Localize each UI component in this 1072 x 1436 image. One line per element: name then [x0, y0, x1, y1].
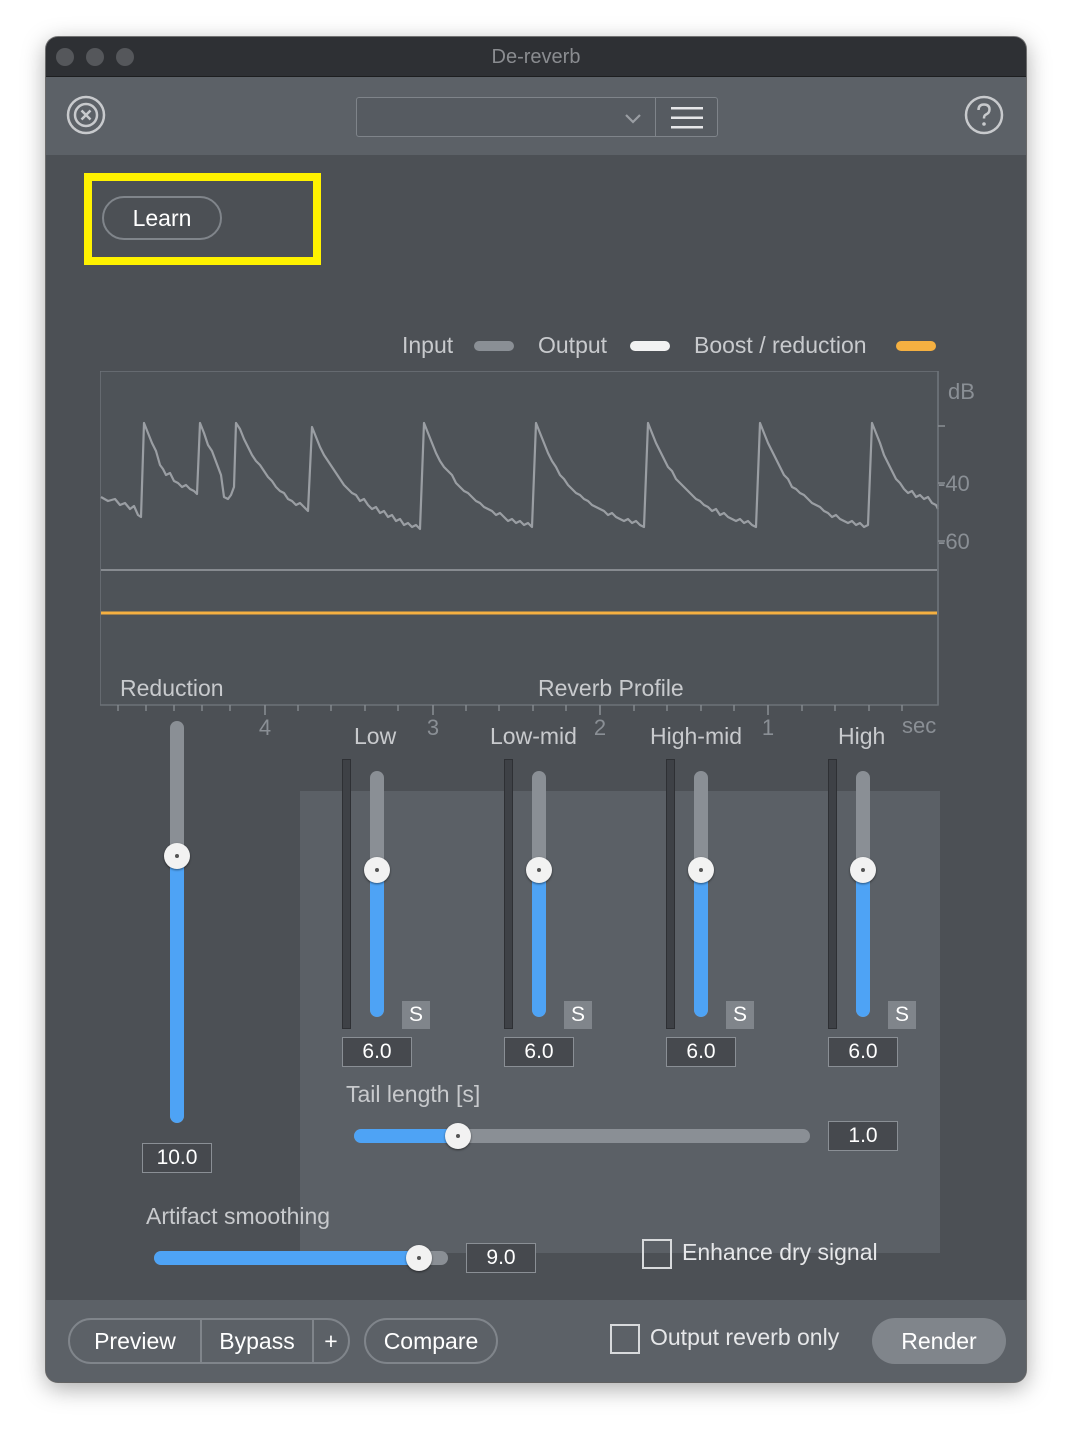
band-high-slider-handle[interactable]: [850, 857, 876, 883]
tail-length-slider-track[interactable]: [354, 1129, 810, 1143]
add-button[interactable]: +: [312, 1318, 350, 1364]
transport-bar: Preview Bypass + Compare Output reverb o…: [46, 1300, 1026, 1382]
izotope-logo-icon[interactable]: [66, 95, 106, 135]
legend-output-label: Output: [538, 332, 608, 358]
band-low-mid-value-field[interactable]: 6.0: [504, 1037, 574, 1067]
band-high-mid-solo-button[interactable]: S: [726, 1001, 754, 1029]
artifact-smoothing-slider-handle[interactable]: [406, 1245, 432, 1271]
band-high-mid-slider-fill: [694, 867, 708, 1017]
band-high-meter: [828, 759, 837, 1029]
learn-button[interactable]: Learn: [102, 196, 222, 240]
band-low-slider-track[interactable]: [370, 771, 384, 1017]
legend-boost-swatch: [896, 341, 936, 351]
reduction-slider-track[interactable]: [170, 721, 184, 1123]
band-low-mid-slider-handle[interactable]: [526, 857, 552, 883]
bypass-button[interactable]: Bypass: [200, 1318, 314, 1364]
band-low-mid-label: Low-mid: [490, 723, 577, 749]
reduction-value-field[interactable]: 10.0: [142, 1143, 212, 1173]
preset-dropdown[interactable]: [356, 97, 656, 137]
band-low-meter: [342, 759, 351, 1029]
band-high-mid-meter: [666, 759, 675, 1029]
band-high-value-field[interactable]: 6.0: [828, 1037, 898, 1067]
tail-length-slider-handle[interactable]: [445, 1123, 471, 1149]
render-button[interactable]: Render: [872, 1318, 1006, 1364]
tail-length-slider-fill: [354, 1129, 458, 1143]
artifact-smoothing-label: Artifact smoothing: [146, 1203, 331, 1229]
band-low-mid-meter: [504, 759, 513, 1029]
band-low-slider-handle[interactable]: [364, 857, 390, 883]
band-low-mid-slider-fill: [532, 867, 546, 1017]
reduction-slider-fill: [170, 855, 184, 1123]
compare-button[interactable]: Compare: [364, 1318, 498, 1364]
reduction-slider-handle[interactable]: [164, 843, 190, 869]
band-low-slider-fill: [370, 867, 384, 1017]
artifact-smoothing-slider-fill: [154, 1251, 420, 1265]
x-tick-label: 4: [259, 715, 271, 740]
y-tick-label: -40: [938, 471, 970, 496]
x-axis-unit: sec: [902, 713, 936, 738]
legend-output-swatch: [630, 341, 670, 351]
preview-button[interactable]: Preview: [68, 1318, 202, 1364]
artifact-smoothing-value-field[interactable]: 9.0: [466, 1243, 536, 1273]
x-tick-label: 2: [594, 715, 606, 740]
title-bar: De-reverb: [46, 37, 1026, 77]
band-low-solo-button[interactable]: S: [402, 1001, 430, 1029]
reduction-label: Reduction: [120, 675, 224, 701]
legend-input-swatch: [474, 341, 514, 351]
band-high-slider-fill: [856, 867, 870, 1017]
x-tick-label: 1: [762, 715, 774, 740]
main-panel: Input Output Boost / reduction dB -40 -6…: [46, 155, 1026, 1300]
band-low-mid-solo-button[interactable]: S: [564, 1001, 592, 1029]
band-high-solo-button[interactable]: S: [888, 1001, 916, 1029]
band-low-label: Low: [354, 723, 397, 749]
legend-input-label: Input: [402, 332, 454, 358]
window-title: De-reverb: [491, 46, 581, 68]
plugin-toolbar: [46, 77, 1026, 155]
band-high-mid-value-field[interactable]: 6.0: [666, 1037, 736, 1067]
tail-length-value-field[interactable]: 1.0: [828, 1121, 898, 1151]
enhance-dry-signal-label: Enhance dry signal: [682, 1239, 878, 1265]
band-high-mid-slider-track[interactable]: [694, 771, 708, 1017]
band-low-mid-slider-track[interactable]: [532, 771, 546, 1017]
band-high-slider-track[interactable]: [856, 771, 870, 1017]
question-mark-icon: [964, 95, 1004, 135]
reverb-profile-title: Reverb Profile: [538, 675, 684, 701]
tail-length-label: Tail length [s]: [346, 1081, 481, 1107]
reverb-profile-panel: [300, 791, 940, 1253]
output-reverb-only-checkbox[interactable]: [610, 1324, 640, 1354]
y-axis-unit: dB: [948, 379, 975, 404]
chevron-down-icon: [625, 114, 641, 124]
band-high-label: High: [838, 723, 886, 749]
hamburger-menu-icon: [671, 107, 703, 129]
y-tick-label: -60: [938, 529, 970, 554]
legend-boost-label: Boost / reduction: [694, 332, 867, 358]
band-high-mid-label: High-mid: [650, 723, 743, 749]
preset-menu-button[interactable]: [655, 97, 718, 137]
band-high-mid-slider-handle[interactable]: [688, 857, 714, 883]
help-button[interactable]: [964, 95, 1004, 135]
artifact-smoothing-slider-track[interactable]: [154, 1251, 448, 1265]
output-reverb-only-label: Output reverb only: [650, 1324, 840, 1350]
enhance-dry-signal-checkbox[interactable]: [642, 1239, 672, 1269]
band-low-value-field[interactable]: 6.0: [342, 1037, 412, 1067]
x-tick-label: 3: [427, 715, 439, 740]
